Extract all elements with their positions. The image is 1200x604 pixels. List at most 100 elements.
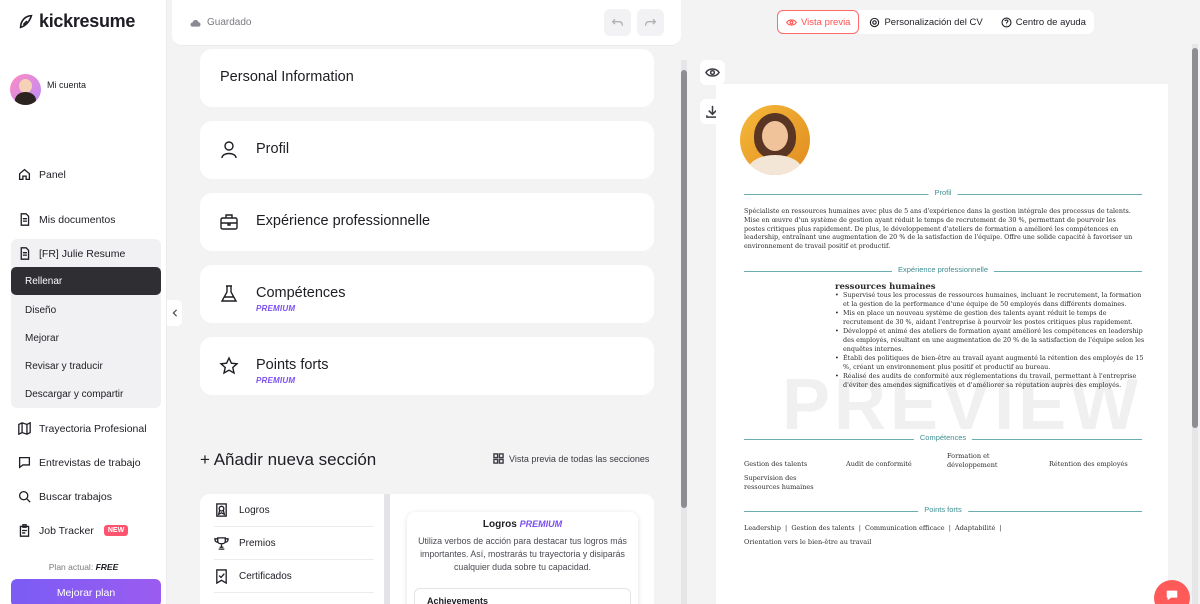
add-section-preview: Logros PREMIUM Utiliza verbos de acción …: [407, 512, 638, 604]
settings-icon: [870, 17, 880, 27]
cloud-icon: [190, 20, 201, 27]
resume-skill: Supervision des ressources humaines: [744, 474, 814, 491]
tab-help-center[interactable]: Centro de ayuda: [993, 10, 1094, 34]
preview-scrollbar-thumb[interactable]: [1192, 48, 1198, 428]
sidebar-item-documents[interactable]: Mis documentos: [18, 213, 115, 226]
resume-section-skills: Compétences: [744, 433, 1142, 445]
sub-item-improve[interactable]: Mejorar: [25, 333, 59, 344]
add-option-label: Premios: [239, 538, 276, 549]
undo-button[interactable]: [604, 9, 631, 36]
add-option-achievements[interactable]: Logros: [214, 495, 374, 527]
user-icon: [219, 140, 239, 160]
sidebar-item-interviews[interactable]: Entrevistas de trabajo: [18, 456, 141, 469]
flask-icon: [219, 284, 239, 304]
document-icon: [20, 247, 30, 260]
add-preview-title-text: Logros: [482, 519, 517, 530]
redo-button[interactable]: [637, 9, 664, 36]
premium-badge: PREMIUM: [256, 304, 296, 313]
sidebar-item-label: Job Tracker: [39, 524, 94, 537]
document-name: [FR] Julie Resume: [39, 247, 126, 260]
home-icon: [18, 168, 31, 181]
preview-scrollbar-track[interactable]: [1192, 44, 1198, 604]
help-icon: [1001, 16, 1012, 28]
save-status: Guardado: [189, 16, 251, 29]
save-status-label: Guardado: [207, 17, 252, 28]
preview-tabs: Vista previa Personalización del CV Cent…: [777, 10, 1094, 34]
resume-preview[interactable]: Profil Spécialiste en ressources humaine…: [716, 84, 1168, 604]
resume-section-strengths: Points forts: [744, 505, 1142, 517]
chat-icon: [18, 456, 31, 469]
sidebar-item-career-path[interactable]: Trayectoria Profesional: [18, 422, 147, 435]
tab-label: Personalización del CV: [884, 16, 983, 28]
sidebar: kickresume Mi cuenta Panel Mis documento…: [0, 0, 167, 604]
add-section-panel: Logros Premios Certificados Logros PREMI…: [200, 494, 654, 604]
resume-profile-text: Spécialiste en ressources humaines avec …: [744, 207, 1133, 251]
tab-preview[interactable]: Vista previa: [777, 10, 860, 34]
resume-heading: Points forts: [918, 505, 968, 514]
toggle-preview-button[interactable]: [700, 60, 725, 85]
undo-icon: [611, 18, 624, 26]
sub-item-design[interactable]: Diseño: [25, 305, 56, 316]
tab-label: Centro de ayuda: [1015, 16, 1086, 28]
resume-heading: Expérience professionnelle: [891, 265, 995, 274]
sidebar-item-panel[interactable]: Panel: [18, 168, 66, 181]
preview-all-sections-link[interactable]: Vista previa de todas las secciones: [493, 453, 649, 464]
resume-heading: Profil: [928, 188, 958, 197]
grid-icon: [493, 453, 504, 464]
chevron-left-icon: [171, 309, 177, 317]
add-section-list[interactable]: Logros Premios Certificados: [200, 494, 390, 604]
add-preview-description: Utiliza verbos de acción para destacar t…: [418, 536, 627, 572]
section-personal-information[interactable]: Personal Information: [200, 49, 654, 107]
document-group: [FR] Julie Resume Rellenar Diseño Mejora…: [11, 239, 161, 408]
search-icon: [18, 490, 31, 503]
resume-strengths: Leadership | Gestion des talents | Commu…: [744, 522, 1136, 549]
kickresume-logo[interactable]: kickresume: [17, 11, 135, 32]
sidebar-item-label: Trayectoria Profesional: [39, 422, 147, 435]
sub-item-review-translate[interactable]: Revisar y traducir: [25, 361, 103, 372]
list-item: Mis en place un nouveau système de gesti…: [835, 309, 1145, 327]
sidebar-item-job-search[interactable]: Buscar trabajos: [18, 490, 112, 503]
sub-item-download-share[interactable]: Descargar y compartir: [25, 389, 123, 400]
section-title: Compétences: [256, 285, 346, 301]
resume-skill: Formation et développement: [947, 452, 998, 469]
current-plan: Plan actual: FREE: [0, 562, 167, 572]
list-item: Supervisé tous les processus de ressourc…: [835, 291, 1145, 309]
document-title[interactable]: [FR] Julie Resume: [18, 247, 125, 260]
trophy-icon: [214, 537, 229, 550]
resume-skill: Audit de conformité: [846, 460, 912, 468]
resume-section-experience: Expérience professionnelle: [744, 265, 1142, 277]
resume-experience-list: Supervisé tous les processus de ressourc…: [835, 291, 1145, 390]
section-experience[interactable]: Expérience professionnelle: [200, 193, 654, 251]
account-button[interactable]: Mi cuenta: [10, 74, 86, 105]
list-item: Développé et animé des ateliers de forma…: [835, 327, 1145, 354]
plan-name: FREE: [95, 562, 119, 572]
add-option-label: Certificados: [239, 571, 292, 582]
section-strengths[interactable]: Points forts PREMIUM: [200, 337, 654, 395]
logo-text: kickresume: [39, 11, 136, 31]
star-icon: [219, 356, 239, 376]
add-option-label: Logros: [239, 505, 270, 516]
tab-customize[interactable]: Personalización del CV: [861, 10, 990, 34]
add-option-certificates[interactable]: Certificados: [214, 561, 374, 593]
list-item: Réalisé des audits de conformité aux rég…: [835, 372, 1145, 390]
section-skills[interactable]: Compétences PREMIUM: [200, 265, 654, 323]
add-section-title: + Añadir nueva sección: [200, 450, 377, 469]
list-item: Établi des politiques de bien-être au tr…: [835, 354, 1145, 372]
section-profile[interactable]: Profil: [200, 121, 654, 179]
editor-toolbar: Guardado: [172, 0, 681, 46]
sub-item-fill[interactable]: Rellenar: [11, 267, 161, 295]
resume-skill: Gestion des talents: [744, 460, 808, 468]
logo-icon: [19, 14, 33, 29]
map-icon: [18, 422, 31, 435]
resume-strengths-line: Orientation vers le bien-être au travail: [744, 537, 872, 546]
upgrade-plan-button[interactable]: Mejorar plan: [11, 579, 161, 604]
eye-icon: [786, 18, 797, 26]
clipboard-icon: [19, 524, 30, 537]
premium-badge: PREMIUM: [519, 519, 563, 529]
resume-section-profile: Profil: [744, 188, 1142, 200]
collapse-sidebar-button[interactable]: [167, 300, 182, 326]
medal-icon: [216, 503, 227, 517]
add-option-awards[interactable]: Premios: [214, 528, 374, 560]
sidebar-item-job-tracker[interactable]: Job Tracker NEW: [18, 524, 129, 537]
sidebar-item-label: Panel: [39, 168, 66, 181]
